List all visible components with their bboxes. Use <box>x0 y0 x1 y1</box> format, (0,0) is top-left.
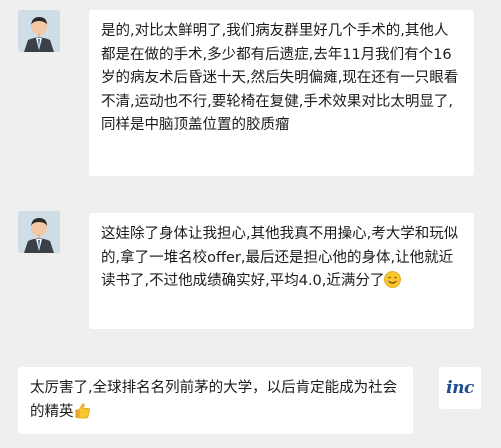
message-bubble: 是的,对比太鲜明了,我们病友群里好几个手术的,其他人都是在做的手术,多少都有后遗… <box>89 10 474 176</box>
message-bubble: 这娃除了身体让我担心,其他我真不用操心,考大学和玩似的,拿了一堆名校offer,… <box>89 213 474 329</box>
message-bubble: 太厉害了,全球排名名列前茅的大学，以后肯定能成为社会的精英 <box>18 367 413 434</box>
person-avatar-icon <box>18 10 60 52</box>
inc-logo-text: inc <box>446 378 474 398</box>
inc-logo[interactable]: inc <box>439 367 481 409</box>
avatar[interactable] <box>18 10 60 52</box>
thumbs-up-icon <box>74 402 91 428</box>
message-text: 是的,对比太鲜明了,我们病友群里好几个手术的,其他人都是在做的手术,多少都有后遗… <box>101 23 459 133</box>
person-avatar-icon <box>18 211 60 253</box>
smiling-face-icon <box>384 271 402 297</box>
message-text: 这娃除了身体让我担心,其他我真不用操心,考大学和玩似的,拿了一堆名校offer,… <box>101 226 459 289</box>
avatar[interactable] <box>18 211 60 253</box>
